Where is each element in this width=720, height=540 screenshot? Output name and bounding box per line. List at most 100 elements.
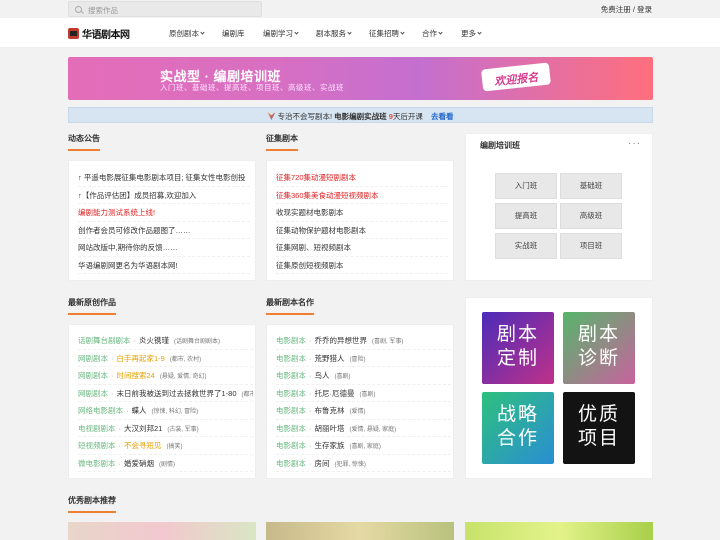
work-title[interactable]: 胡丽叶塔: [315, 424, 345, 433]
recommend-image[interactable]: [266, 522, 454, 540]
list-item[interactable]: 征集网剧、短视频剧本: [276, 239, 448, 257]
list-item[interactable]: 网剧剧本·末日前我被送到过去拯救世界了1-80 (都市, 奇幻): [78, 385, 253, 402]
list-item[interactable]: 电视剧剧本 · 大汉刘邦21 (古装, 军事): [78, 420, 253, 437]
famous-scripts-card: 电影剧本 · 乔乔的异想世界 (喜剧, 军事) 电影剧本 · 荒野猎人 (冒险) 电影剧本 · 鸟人…: [266, 324, 454, 479]
work-title[interactable]: 布鲁克林: [315, 406, 345, 415]
work-title[interactable]: 白手再起家1-9: [117, 354, 165, 363]
training-banner[interactable]: 实战型 · 编剧培训班 入门班、基础班、提高班、项目班、高级班、实战班 欢迎报名: [68, 57, 653, 100]
recommend-image[interactable]: [68, 522, 256, 540]
nav-more[interactable]: 更多: [461, 28, 482, 39]
genre-tag[interactable]: 网剧剧本: [78, 354, 108, 363]
class-project-button[interactable]: 项目班: [560, 233, 622, 259]
nav-label: 编剧学习: [263, 29, 293, 38]
genre-tag[interactable]: 话剧舞台剧剧本: [78, 336, 131, 345]
list-item[interactable]: 电影剧本 · 荒野猎人 (冒险): [276, 350, 451, 367]
genre-tag[interactable]: 电影剧本: [276, 371, 306, 380]
site-logo[interactable]: 华语剧本网: [68, 26, 130, 41]
service-tile-projects[interactable]: 优质 项目: [563, 392, 635, 464]
signup-button[interactable]: 欢迎报名: [481, 62, 551, 92]
genre-tag[interactable]: 网络电影剧本: [78, 406, 123, 415]
list-item[interactable]: 微电影剧本 · 婚爱硝烟 (剧情): [78, 455, 253, 472]
work-title[interactable]: 大汉刘邦21: [124, 424, 162, 433]
work-title[interactable]: 托尼·厄德曼: [315, 389, 355, 398]
list-item[interactable]: 征集动物保护题材电影剧本: [276, 222, 448, 239]
list-item[interactable]: 征集360集美食动漫短视频剧本: [276, 187, 448, 204]
nav-cooperation[interactable]: 合作: [422, 28, 443, 39]
list-item[interactable]: 征集720集动漫短剧剧本: [276, 169, 448, 187]
nav-writer-library[interactable]: 编剧库: [222, 28, 245, 39]
list-item[interactable]: 话剧舞台剧剧本 · 炎火镌瑾 (话剧舞台剧剧本): [78, 332, 253, 350]
tile-line: 诊断: [577, 348, 620, 369]
class-improve-button[interactable]: 提高班: [495, 203, 557, 229]
list-item[interactable]: 电影剧本 · 生存家族 (喜剧, 家庭): [276, 437, 451, 455]
work-title[interactable]: 生存家族: [315, 441, 345, 450]
genre-tag[interactable]: 电影剧本: [276, 424, 306, 433]
nav-original-scripts[interactable]: 原创剧本: [169, 28, 205, 39]
class-basic-button[interactable]: 基础班: [560, 173, 622, 199]
genre-tag[interactable]: 电影剧本: [276, 441, 306, 450]
list-item[interactable]: 网站改版中,期待你的反馈……: [78, 239, 250, 257]
more-options-icon[interactable]: ···: [628, 138, 641, 149]
famous-scripts-title: 最新剧本名作: [266, 298, 314, 315]
list-item[interactable]: 征集原创短视频剧本: [276, 257, 448, 274]
work-title[interactable]: 鸟人: [315, 371, 330, 380]
recommend-image[interactable]: [465, 522, 653, 540]
list-item[interactable]: 网络电影剧本 · 蝶人 (惊悚, 科幻, 冒险): [78, 402, 253, 420]
work-title[interactable]: 荒野猎人: [315, 354, 345, 363]
list-item[interactable]: 电影剧本 · 胡丽叶塔 (爱情, 悬疑, 家庭): [276, 420, 451, 437]
list-item[interactable]: 网剧剧本 · 白手再起家1-9 (都市, 农村): [78, 350, 253, 367]
chevron-down-icon: [477, 30, 482, 35]
notice-highlight: 电影编剧实战班: [334, 112, 387, 121]
genre-tag[interactable]: 网剧剧本: [78, 389, 108, 398]
genre-tag[interactable]: 短视频剧本: [78, 441, 116, 450]
list-item[interactable]: 电影剧本 · 房间 (犯罪, 惊悚): [276, 455, 451, 472]
nav-writing-study[interactable]: 编剧学习: [263, 28, 299, 39]
list-item[interactable]: ↑【作品评估团】成员招募,欢迎加入: [78, 187, 250, 204]
genre-tag[interactable]: 电影剧本: [276, 459, 306, 468]
class-practice-button[interactable]: 实战班: [495, 233, 557, 259]
genre-tag[interactable]: 网剧剧本: [78, 371, 108, 380]
search-input[interactable]: 搜索作品: [68, 1, 262, 17]
register-login-link[interactable]: 免费注册 / 登录: [601, 4, 652, 15]
genre-tag[interactable]: 电影剧本: [276, 336, 306, 345]
class-beginner-button[interactable]: 入门班: [495, 173, 557, 199]
list-item[interactable]: 电影剧本 · 鸟人 (喜剧): [276, 367, 451, 385]
nav-label: 编剧库: [222, 29, 245, 38]
work-title[interactable]: 房间: [315, 459, 330, 468]
separator: ·: [133, 336, 137, 345]
list-item[interactable]: 创作者会员可修改作品题图了……: [78, 222, 250, 239]
genre-tag[interactable]: 电影剧本: [276, 406, 306, 415]
list-item[interactable]: 网剧剧本 · 时间搜索24 (悬疑, 爱情, 奇幻): [78, 367, 253, 385]
list-item[interactable]: 编剧能力测试系统上线!: [78, 204, 250, 222]
work-title[interactable]: 婚爱硝烟: [124, 459, 154, 468]
genre-tag[interactable]: 电影剧本: [276, 389, 306, 398]
list-item[interactable]: 华语编剧网更名为华语剧本网!: [78, 257, 250, 274]
nav-recruit[interactable]: 征集招聘: [369, 28, 405, 39]
chevron-down-icon: [400, 30, 405, 35]
notice-suffix: 天后开课: [392, 112, 423, 121]
class-advanced-button[interactable]: 高级班: [560, 203, 622, 229]
list-item[interactable]: 收现实题材电影剧本: [276, 204, 448, 222]
list-item[interactable]: 电影剧本 · 布鲁克林 (爱情): [276, 402, 451, 420]
work-title[interactable]: 乔乔的异想世界: [315, 336, 368, 345]
service-tile-diagnose[interactable]: 剧本 诊断: [563, 312, 635, 384]
work-title[interactable]: 蝶人: [132, 406, 147, 415]
work-meta: (都市, 农村): [169, 356, 202, 363]
genre-tag[interactable]: 电影剧本: [276, 354, 306, 363]
service-tile-strategy[interactable]: 战略 合作: [482, 392, 554, 464]
work-title[interactable]: 末日前我被送到过去拯救世界了1-80: [117, 389, 237, 398]
genre-tag[interactable]: 电视剧剧本: [78, 424, 116, 433]
list-item[interactable]: 短视频剧本 · 不会寻短见 (搞笑): [78, 437, 253, 455]
separator: ·: [118, 441, 122, 450]
work-title[interactable]: 炎火镌瑾: [139, 336, 169, 345]
notice-link[interactable]: 去看看: [431, 112, 454, 121]
work-title[interactable]: 时间搜索24: [117, 371, 155, 380]
list-item[interactable]: ↑ 平遥电影展征集电影剧本项目; 征集女性电影创投: [78, 169, 250, 187]
nav-label: 合作: [422, 29, 437, 38]
genre-tag[interactable]: 微电影剧本: [78, 459, 116, 468]
list-item[interactable]: 电影剧本 · 托尼·厄德曼 (喜剧): [276, 385, 451, 402]
service-tile-custom[interactable]: 剧本 定制: [482, 312, 554, 384]
list-item[interactable]: 电影剧本 · 乔乔的异想世界 (喜剧, 军事): [276, 332, 451, 350]
work-title[interactable]: 不会寻短见: [124, 441, 162, 450]
nav-script-services[interactable]: 剧本服务: [316, 28, 352, 39]
